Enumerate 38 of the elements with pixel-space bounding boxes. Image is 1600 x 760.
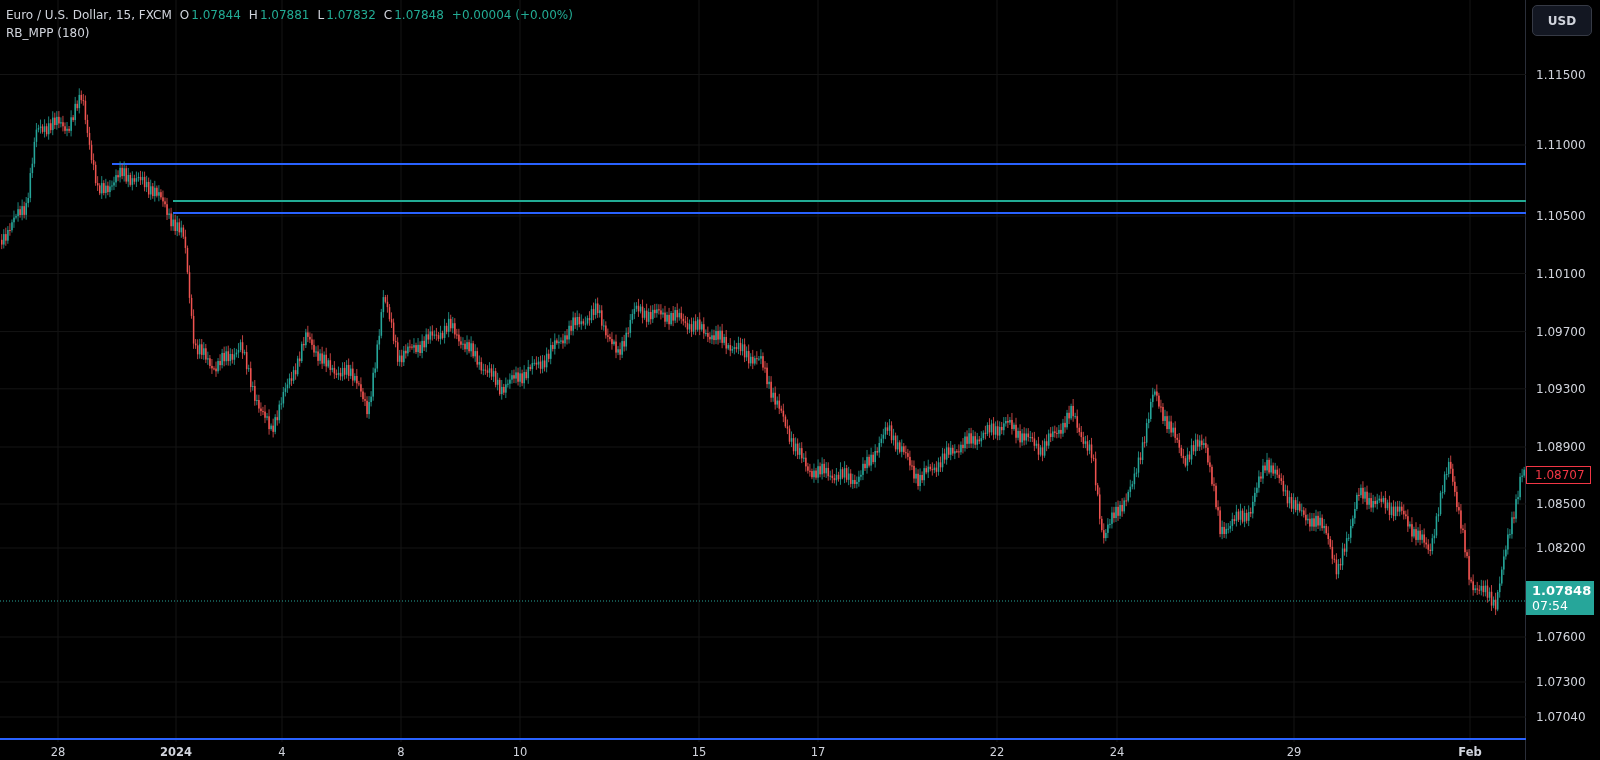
price-axis-label: 1.08500	[1536, 497, 1586, 511]
price-axis-label: 1.07300	[1536, 675, 1586, 689]
time-axis-label: 17	[810, 745, 826, 759]
price-axis-label: 1.09700	[1536, 324, 1586, 339]
price-axis-label: 1.07600	[1536, 630, 1586, 644]
time-axis-label: 4	[278, 745, 286, 759]
price-axis-label: 1.07040	[1536, 710, 1586, 724]
time-axis-label: 10	[512, 745, 528, 759]
time-axis-label: 24	[1109, 745, 1125, 759]
ohlc-value: 1.07848	[394, 8, 444, 22]
symbol-title: Euro / U.S. Dollar, 15, FXCM	[6, 8, 172, 22]
ohlc-label: H	[248, 8, 258, 22]
ohlc-label: C	[383, 8, 393, 22]
time-axis-label: 22	[989, 745, 1005, 759]
price-axis-label: 1.09300	[1536, 381, 1586, 396]
price-marker: 1.08707	[1526, 465, 1591, 484]
countdown-timer: 07:54	[1532, 598, 1570, 613]
price-axis-label: 1.11500	[1536, 67, 1586, 82]
ohlc-label: O	[179, 8, 190, 22]
price-axis-label: 1.11000	[1536, 138, 1586, 152]
change-value: +0.00004 (+0.00%)	[451, 8, 573, 22]
price-axis-label: 1.10500	[1536, 209, 1586, 223]
price-axis-label: 1.08900	[1536, 440, 1586, 454]
time-axis-label: Feb	[1458, 745, 1482, 759]
ohlc-label: L	[317, 8, 325, 22]
ohlc-value: 1.07881	[259, 8, 310, 22]
time-axis-label: 29	[1286, 745, 1302, 759]
last-price-value: 1.07848	[1532, 583, 1590, 598]
time-axis-label: 15	[691, 745, 707, 759]
ohlc-value: 1.07832	[326, 8, 376, 22]
price-axis-label: 1.10100	[1536, 266, 1586, 281]
time-axis-label: 8	[397, 745, 405, 759]
currency-button[interactable]: USD	[1532, 5, 1592, 36]
time-axis-label: 28	[50, 745, 66, 759]
time-axis-label: 2024	[160, 745, 192, 759]
ohlc-value: 1.07844	[191, 8, 241, 22]
price-axis-label: 1.08200	[1536, 541, 1586, 555]
indicator-label[interactable]: RB_MPP (180)	[6, 26, 579, 40]
